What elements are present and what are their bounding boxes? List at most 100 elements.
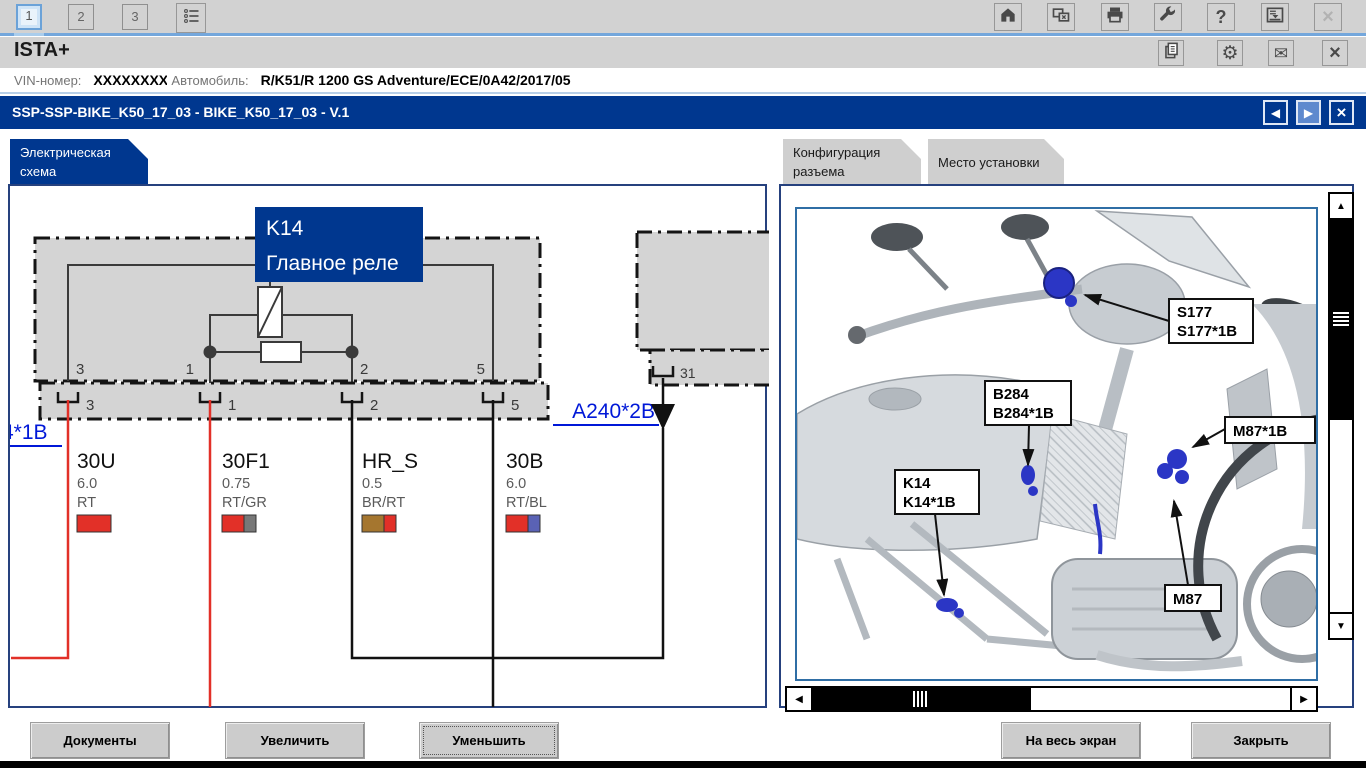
dock-icon (1265, 5, 1285, 30)
close-icon: × (1322, 7, 1334, 27)
top-toolbar: 1 2 3 (0, 0, 1366, 36)
installation-location-panel: S177 S177*1B B284 B284*1B M87*1B K14 K14… (779, 184, 1354, 708)
horizontal-scroll-track[interactable] (1031, 688, 1290, 710)
callout-b284[interactable]: B284 B284*1B (985, 381, 1071, 425)
workspace-tab-3[interactable]: 3 (122, 4, 148, 30)
tab-wiring-diagram[interactable]: Электрическая схема (10, 139, 148, 185)
close-workspace-button: × (1314, 3, 1342, 31)
windows-button[interactable] (1047, 3, 1075, 31)
right-icon: ▶ (1300, 694, 1308, 705)
scroll-up-button[interactable]: ▲ (1330, 194, 1352, 220)
bottom-bar (0, 761, 1366, 768)
callout-line2: B284*1B (993, 405, 1054, 422)
vertical-scroll-thumb[interactable] (1330, 220, 1352, 420)
vertical-scroll-track[interactable] (1330, 420, 1352, 612)
wiring-diagram: 3 1 2 5 K14 Главное реле 3 1 2 5 31 A240… (10, 186, 769, 710)
close-document-button[interactable]: × (1329, 100, 1354, 125)
settings-button[interactable]: ⚙ (1217, 40, 1243, 66)
inner-pin: 5 (477, 361, 485, 378)
location-image-frame[interactable]: S177 S177*1B B284 B284*1B M87*1B K14 K14… (795, 207, 1318, 681)
adjacent-connector-box (650, 350, 769, 385)
callout-line1: S177 (1177, 304, 1212, 321)
scroll-down-button[interactable]: ▼ (1330, 612, 1352, 638)
circuit-name: HR_S (362, 450, 418, 473)
wire-gauge: 0.75 (222, 476, 250, 492)
left-connector-link[interactable]: 4*1B (10, 421, 48, 444)
next-document-button[interactable]: ▶ (1296, 100, 1321, 125)
copy-document-button[interactable] (1158, 40, 1184, 66)
help-icon: ? (1216, 8, 1227, 26)
left-icon: ◀ (795, 694, 803, 705)
print-button[interactable] (1101, 3, 1129, 31)
dock-button[interactable] (1261, 3, 1289, 31)
callout-line1: M87 (1173, 591, 1202, 608)
next-icon: ▶ (1304, 106, 1313, 120)
color-swatch (384, 515, 396, 532)
connector-pin: 5 (511, 397, 519, 414)
ground-pin: 31 (680, 365, 696, 381)
callout-line1: B284 (993, 386, 1030, 403)
documents-button[interactable]: Документы (30, 722, 170, 759)
scroll-left-button[interactable]: ◀ (787, 688, 813, 710)
inner-pin: 3 (76, 361, 84, 378)
mail-button[interactable]: ✉ (1268, 40, 1294, 66)
workspace-tab-1[interactable]: 1 (16, 4, 42, 30)
service-button[interactable] (1154, 3, 1182, 31)
app-title: ISTA+ (14, 39, 70, 62)
horizontal-scroll-thumb[interactable] (813, 688, 1031, 710)
vin-label: VIN-номер: (14, 73, 81, 88)
connector-link[interactable]: A240*2B (572, 400, 655, 423)
workspace-tab-2[interactable]: 2 (68, 4, 94, 30)
tab-label: Место установки (938, 154, 1054, 173)
wire-color-code: RT/BL (506, 495, 547, 511)
connector-pin: 3 (86, 397, 94, 414)
wire-label-30u: 30U 6.0 RT (77, 450, 116, 532)
wrench-icon (1158, 5, 1178, 30)
callout-m87[interactable]: M87 (1165, 585, 1221, 611)
connector-pin: 1 (228, 397, 236, 414)
color-swatch (244, 515, 256, 532)
wire-gauge: 6.0 (77, 476, 97, 492)
down-icon: ▼ (1336, 621, 1346, 632)
thumb-grip (913, 691, 928, 707)
prev-icon: ◀ (1271, 106, 1280, 120)
vin-value: XXXXXXXX (93, 72, 167, 88)
wire-color-code: BR/RT (362, 495, 405, 511)
wire-gauge: 0.5 (362, 476, 382, 492)
fullscreen-button[interactable]: На весь экран (1001, 722, 1141, 759)
callout-line1: K14 (903, 475, 931, 492)
close-icon: × (1337, 103, 1347, 123)
tab-connector-configuration[interactable]: Конфигурация разъема (783, 139, 921, 185)
close-button[interactable]: Закрыть (1191, 722, 1331, 759)
prev-document-button[interactable]: ◀ (1263, 100, 1288, 125)
windows-icon (1051, 5, 1071, 30)
circuit-name: 30B (506, 450, 543, 473)
wire-gauge: 6.0 (506, 476, 526, 492)
callout-k14[interactable]: K14 K14*1B (895, 470, 979, 514)
close-app-button[interactable]: × (1322, 40, 1348, 66)
callout-s177[interactable]: S177 S177*1B (1169, 299, 1253, 343)
home-icon (998, 5, 1018, 30)
horizontal-scrollbar[interactable]: ◀ ▶ (785, 686, 1318, 712)
home-button[interactable] (994, 3, 1022, 31)
wire-color-code: RT (77, 495, 96, 511)
mail-icon: ✉ (1274, 45, 1288, 62)
printer-icon (1105, 5, 1125, 30)
hitlist-button[interactable] (176, 3, 206, 33)
circuit-name: 30F1 (222, 450, 270, 473)
callout-m87-1b[interactable]: M87*1B (1225, 417, 1315, 443)
scroll-right-button[interactable]: ▶ (1290, 688, 1316, 710)
zoom-out-button[interactable]: Уменьшить (419, 722, 559, 759)
tab-label-line2: схема (20, 163, 138, 182)
color-swatch (528, 515, 540, 532)
connector-strip-box (40, 383, 548, 419)
circuit-name: 30U (77, 450, 116, 473)
color-swatch (362, 515, 384, 532)
tab-label-line1: Электрическая (20, 144, 138, 163)
wiring-diagram-panel[interactable]: 3 1 2 5 K14 Главное реле 3 1 2 5 31 A240… (8, 184, 767, 708)
tab-label-line2: разъема (793, 163, 911, 182)
zoom-in-button[interactable]: Увеличить (225, 722, 365, 759)
help-button[interactable]: ? (1207, 3, 1235, 31)
tab-installation-location[interactable]: Место установки (928, 139, 1064, 185)
vertical-scrollbar[interactable]: ▲ ▼ (1328, 192, 1354, 640)
